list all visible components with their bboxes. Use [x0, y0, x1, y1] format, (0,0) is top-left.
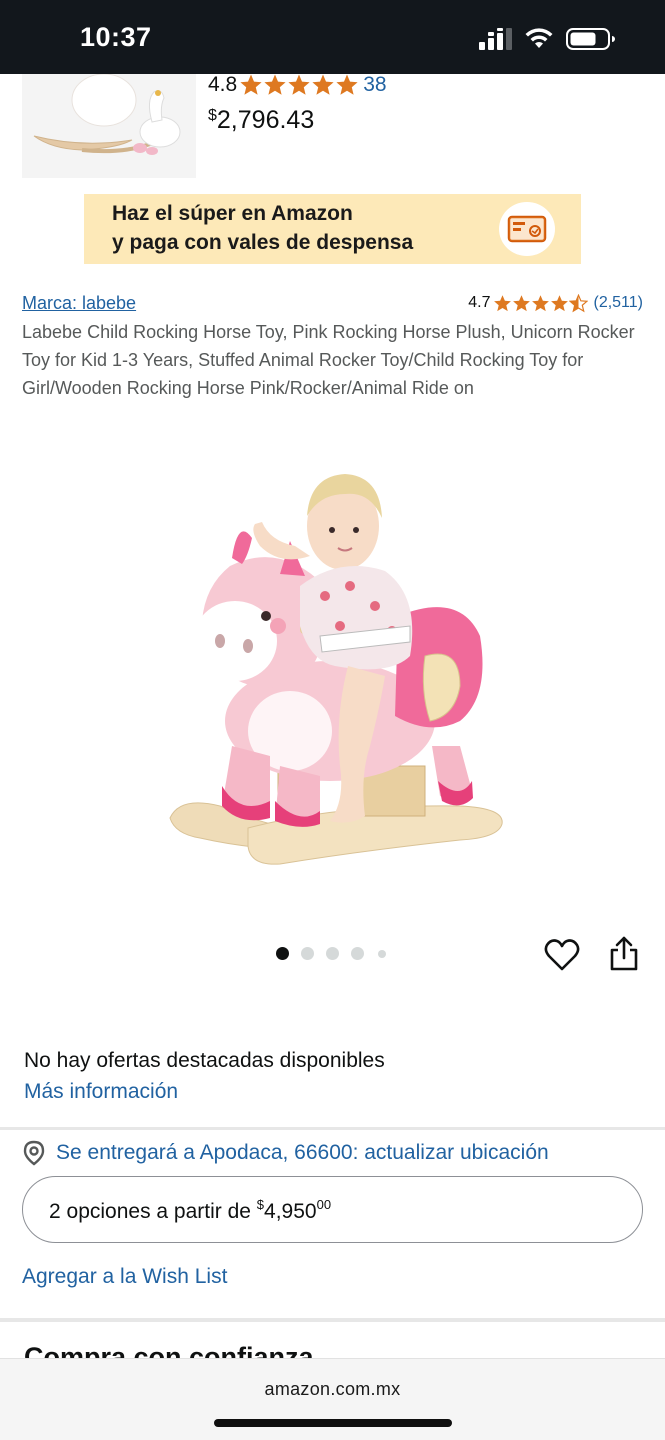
carousel-dot-active[interactable] — [276, 947, 289, 960]
carousel-dot[interactable] — [378, 950, 386, 958]
delivery-location-link[interactable]: Se entregará a Apodaca, 66600: actualiza… — [22, 1138, 549, 1168]
more-info-link[interactable]: Más información — [24, 1080, 178, 1104]
star-icon — [551, 294, 569, 311]
share-icon[interactable] — [608, 936, 640, 972]
delivery-location-text: Se entregará a Apodaca, 66600: actualiza… — [56, 1141, 549, 1164]
price-currency-symbol: $ — [256, 1197, 265, 1212]
star-icon — [264, 74, 286, 95]
promo-banner[interactable]: Haz el súper en Amazon y paga con vales … — [84, 194, 581, 264]
product-image[interactable] — [160, 446, 510, 876]
status-time: 10:37 — [80, 22, 152, 52]
home-indicator[interactable] — [214, 1419, 452, 1427]
url-text[interactable]: amazon.com.mx — [0, 1379, 665, 1400]
carousel-dot[interactable] — [326, 947, 339, 960]
status-bar: 10:37 — [0, 0, 665, 74]
carousel-dot[interactable] — [351, 947, 364, 960]
star-icon — [513, 294, 531, 311]
half-star-icon — [569, 293, 589, 312]
previous-product-thumbnail[interactable] — [22, 74, 196, 178]
battery-icon — [566, 28, 615, 50]
star-icon — [532, 294, 550, 311]
rocking-horse-photo — [169, 474, 503, 865]
star-icon — [240, 74, 262, 95]
options-price-cents: 00 — [316, 1197, 332, 1212]
brand-link[interactable]: Marca: labebe — [22, 293, 136, 314]
image-carousel-dots[interactable] — [276, 946, 396, 962]
wifi-icon — [525, 28, 553, 48]
star-rating — [493, 293, 589, 313]
location-pin-icon — [23, 1140, 45, 1166]
options-prefix: 2 opciones a partir de — [49, 1200, 257, 1223]
review-count[interactable]: (2,511) — [593, 294, 643, 312]
swan-rocker-image — [22, 74, 196, 178]
product-title: Labebe Child Rocking Horse Toy, Pink Roc… — [22, 322, 635, 398]
promo-line-1: Haz el súper en Amazon — [112, 202, 353, 225]
promo-line-2: y paga con vales de despensa — [112, 231, 414, 254]
previous-star-rating — [239, 73, 359, 97]
star-icon — [336, 74, 358, 95]
star-icon — [312, 74, 334, 95]
previous-product-price: $2,796.43 — [208, 106, 314, 135]
price-currency-symbol: $ — [208, 107, 217, 124]
divider — [0, 1318, 665, 1322]
star-icon — [494, 294, 512, 311]
no-offers-text: No hay ofertas destacadas disponibles — [24, 1049, 385, 1072]
product-rating[interactable]: 4.7 (2,511) — [468, 292, 643, 314]
options-price-whole: 4,950 — [264, 1200, 317, 1223]
previous-product-rating[interactable]: 4.8 38 — [208, 72, 387, 98]
voucher-card-icon — [499, 202, 555, 256]
signal-icon — [479, 28, 512, 50]
rating-value: 4.7 — [468, 294, 491, 311]
previous-rating-value: 4.8 — [208, 73, 238, 96]
divider — [0, 1127, 665, 1130]
browser-address-bar[interactable]: amazon.com.mx — [0, 1358, 665, 1440]
add-to-wishlist-link[interactable]: Agregar a la Wish List — [22, 1265, 227, 1289]
heart-icon[interactable] — [544, 938, 580, 972]
star-icon — [288, 74, 310, 95]
buying-options-label: 2 opciones a partir de $4,95000 — [49, 1197, 331, 1224]
price-value: 2,796.43 — [216, 106, 315, 134]
previous-review-count[interactable]: 38 — [363, 73, 386, 97]
buying-options-button[interactable]: 2 opciones a partir de $4,95000 — [22, 1176, 643, 1243]
carousel-dot[interactable] — [301, 947, 314, 960]
